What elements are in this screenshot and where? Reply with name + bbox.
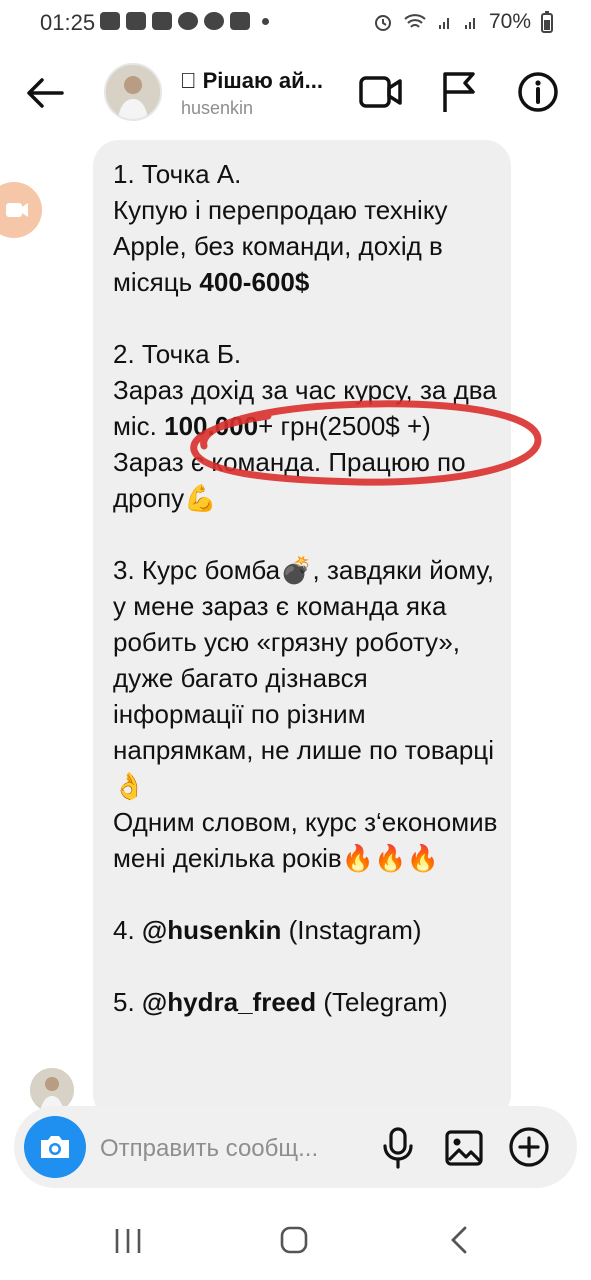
camera-button[interactable] bbox=[24, 1116, 86, 1178]
telegram-icon bbox=[178, 12, 198, 30]
floating-video-bubble[interactable] bbox=[0, 182, 42, 238]
status-time: 01:25 bbox=[40, 10, 96, 35]
info-icon[interactable] bbox=[516, 70, 560, 114]
instagram-icon bbox=[230, 12, 250, 30]
video-call-icon[interactable] bbox=[358, 72, 404, 112]
gallery-icon[interactable] bbox=[444, 1128, 484, 1168]
home-nav-icon[interactable] bbox=[278, 1224, 310, 1256]
message-input[interactable] bbox=[98, 1132, 372, 1166]
point-5-text: 5. @hydra_freed (Telegram) bbox=[113, 987, 448, 1017]
youtube-icon bbox=[100, 12, 120, 30]
point-3-text: 3. Курс бомба💣, завдяки йому, у мене зар… bbox=[113, 555, 494, 801]
microphone-icon[interactable] bbox=[378, 1126, 418, 1170]
status-notification-icons bbox=[100, 12, 269, 30]
point-3-summary: Одним словом, курс з‘економив мені декіл… bbox=[113, 807, 498, 873]
battery-percent: 70% bbox=[488, 10, 531, 33]
chat-username[interactable]: husenkin bbox=[181, 98, 253, 119]
alarm-icon bbox=[374, 15, 391, 31]
back-arrow-icon[interactable] bbox=[22, 70, 68, 116]
chat-title[interactable]:   Рішаю ай... bbox=[180, 68, 323, 94]
back-nav-icon[interactable] bbox=[448, 1224, 470, 1256]
message-text: 1. Точка А. Купую і перепродаю техніку A… bbox=[113, 156, 503, 1020]
point-a-text: Купую і перепродаю техніку Apple, без ко… bbox=[113, 195, 448, 297]
youtube-icon bbox=[126, 12, 146, 30]
point-4-text: 4. @husenkin (Instagram) bbox=[113, 915, 422, 945]
youtube-icon bbox=[152, 12, 172, 30]
recents-nav-icon[interactable] bbox=[112, 1226, 144, 1256]
avatar-photo bbox=[106, 65, 160, 119]
telegram-icon bbox=[204, 12, 224, 30]
avatar[interactable] bbox=[104, 63, 162, 121]
status-system-icons: 70% bbox=[373, 10, 553, 34]
battery-icon bbox=[541, 11, 553, 33]
point-a-heading: 1. Точка А. bbox=[113, 159, 242, 189]
income-a: 400-600$ bbox=[199, 267, 310, 297]
signal-icon bbox=[464, 18, 475, 29]
camera-icon bbox=[41, 1136, 69, 1158]
signal-icon bbox=[438, 18, 449, 29]
dot-icon bbox=[262, 17, 269, 25]
video-camera-icon bbox=[6, 203, 28, 217]
flag-icon[interactable] bbox=[440, 70, 478, 114]
red-circle-annotation bbox=[190, 400, 542, 486]
add-content-icon[interactable] bbox=[508, 1126, 550, 1168]
point-b-heading: 2. Точка Б. bbox=[113, 339, 242, 369]
instagram-handle-link[interactable]: @husenkin bbox=[142, 915, 281, 945]
telegram-handle-link[interactable]: @hydra_freed bbox=[142, 987, 316, 1017]
wifi-icon bbox=[404, 14, 426, 28]
